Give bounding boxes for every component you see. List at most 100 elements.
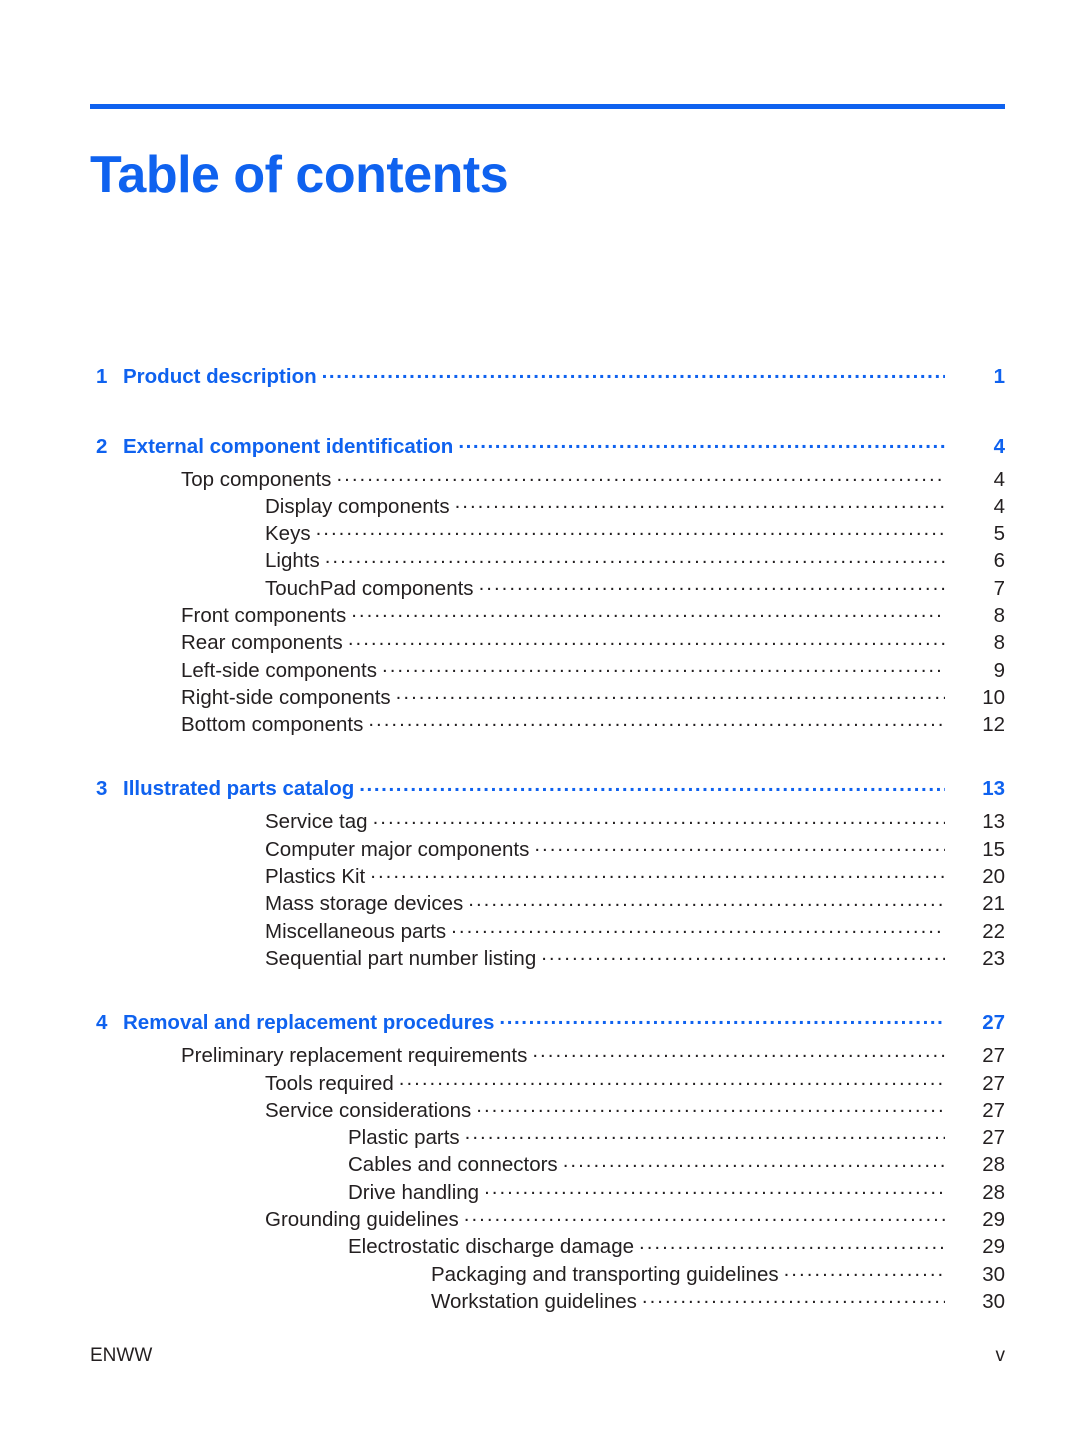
dot-leader — [563, 1151, 945, 1172]
dot-leader — [532, 1042, 945, 1063]
entry-page-number: 8 — [993, 631, 1005, 655]
toc-section-entry[interactable]: Drive handling 28 — [0, 1178, 1080, 1205]
dot-leader — [451, 917, 945, 938]
dot-leader — [541, 944, 945, 965]
toc-section-entry[interactable]: Mass storage devices 21 — [0, 890, 1080, 917]
toc-section-entry[interactable]: Sequential part number listing 23 — [0, 944, 1080, 971]
toc-section-entry[interactable]: Service considerations 27 — [0, 1096, 1080, 1123]
entry-label: Miscellaneous parts — [265, 919, 447, 943]
entry-page-number: 27 — [982, 1011, 1005, 1035]
toc-section-entry[interactable]: Cables and connectors 28 — [0, 1151, 1080, 1178]
dot-leader — [455, 492, 945, 513]
entry-page-number: 27 — [982, 1071, 1005, 1095]
entry-page-number: 12 — [982, 713, 1005, 737]
toc-section-entry[interactable]: Front components 8 — [0, 601, 1080, 628]
toc-section-entry[interactable]: Top components 4 — [0, 465, 1080, 492]
toc-section-entry[interactable]: TouchPad components 7 — [0, 574, 1080, 601]
toc-section-entry[interactable]: Display components 4 — [0, 492, 1080, 519]
dot-leader — [534, 835, 945, 856]
toc-section-entry[interactable]: Workstation guidelines 30 — [0, 1287, 1080, 1314]
entry-label: Cables and connectors — [348, 1153, 558, 1177]
dot-leader — [325, 547, 945, 568]
entry-label: Front components — [181, 603, 347, 627]
toc-section-entry[interactable]: Packaging and transporting guidelines 30 — [0, 1260, 1080, 1287]
toc-section-entry[interactable]: Preliminary replacement requirements 27 — [0, 1042, 1080, 1069]
toc-section-entry[interactable]: Miscellaneous parts 22 — [0, 917, 1080, 944]
toc-section-entry[interactable]: Service tag 13 — [0, 808, 1080, 835]
entry-label: Top components — [181, 467, 332, 491]
chapter-number: 4 — [96, 1011, 108, 1035]
toc-section-entry[interactable]: Tools required 27 — [0, 1069, 1080, 1096]
entry-label: Lights — [265, 549, 320, 573]
entry-label: Rear components — [181, 631, 343, 655]
toc-section-entry[interactable]: Plastic parts 27 — [0, 1124, 1080, 1151]
entry-page-number: 30 — [982, 1289, 1005, 1313]
entry-page-number: 27 — [982, 1098, 1005, 1122]
entry-label: Computer major components — [265, 837, 530, 861]
dot-leader — [499, 1009, 945, 1030]
toc-section-entry[interactable]: Bottom components 12 — [0, 711, 1080, 738]
chapter-number: 2 — [96, 434, 108, 458]
entry-label: Right-side components — [181, 685, 391, 709]
entry-page-number: 15 — [982, 837, 1005, 861]
dot-leader — [382, 656, 945, 677]
entry-page-number: 8 — [993, 603, 1005, 627]
dot-leader — [464, 1206, 945, 1227]
entry-label: Electrostatic discharge damage — [348, 1235, 635, 1259]
entry-page-number: 13 — [982, 810, 1005, 834]
entry-label: TouchPad components — [265, 576, 474, 600]
entry-page-number: 29 — [982, 1208, 1005, 1232]
dot-leader — [399, 1069, 945, 1090]
entry-label: Service considerations — [265, 1098, 472, 1122]
entry-page-number: 10 — [982, 685, 1005, 709]
title-rule — [90, 104, 1005, 109]
entry-label: Bottom components — [181, 713, 364, 737]
dot-leader — [458, 432, 945, 453]
entry-label: Tools required — [265, 1071, 394, 1095]
entry-page-number: 20 — [982, 865, 1005, 889]
toc-section-entry[interactable]: Lights 6 — [0, 547, 1080, 574]
dot-leader — [476, 1096, 945, 1117]
entry-label: Service tag — [265, 810, 368, 834]
dot-leader — [784, 1260, 945, 1281]
dot-leader — [322, 362, 945, 383]
dot-leader — [373, 808, 945, 829]
entry-label: Sequential part number listing — [265, 946, 537, 970]
toc-chapter-entry[interactable]: 4 Removal and replacement procedures 27 — [0, 1009, 1080, 1042]
dot-leader — [351, 601, 945, 622]
footer-page-number: v — [995, 1345, 1006, 1366]
toc-section-entry[interactable]: Keys 5 — [0, 520, 1080, 547]
entry-page-number: 4 — [993, 494, 1005, 518]
dot-leader — [484, 1178, 945, 1199]
page-footer: ENWW v — [90, 1345, 1005, 1367]
toc-section-entry[interactable]: Grounding guidelines 29 — [0, 1206, 1080, 1233]
entry-label: Mass storage devices — [265, 892, 464, 916]
dot-leader — [479, 574, 945, 595]
toc-chapter-entry[interactable]: 2 External component identification 4 — [0, 432, 1080, 465]
dot-leader — [468, 890, 945, 911]
entry-label: Plastics Kit — [265, 865, 366, 889]
toc-section-entry[interactable]: Electrostatic discharge damage 29 — [0, 1233, 1080, 1260]
entry-page-number: 9 — [993, 658, 1005, 682]
entry-page-number: 22 — [982, 919, 1005, 943]
entry-page-number: 5 — [993, 522, 1005, 546]
toc-chapter-block: 3 Illustrated parts catalog 13 Service tag 1… — [0, 775, 1080, 972]
entry-page-number: 4 — [993, 434, 1005, 458]
toc-chapter-entry[interactable]: 1 Product description 1 — [0, 362, 1080, 395]
toc-section-entry[interactable]: Left-side components 9 — [0, 656, 1080, 683]
toc-section-entry[interactable]: Plastics Kit 20 — [0, 863, 1080, 890]
dot-leader — [642, 1287, 945, 1308]
entry-label: Left-side components — [181, 658, 378, 682]
entry-page-number: 27 — [982, 1126, 1005, 1150]
entry-page-number: 28 — [982, 1153, 1005, 1177]
entry-label: Preliminary replacement requirements — [181, 1044, 528, 1068]
dot-leader — [359, 775, 945, 796]
toc-chapter-entry[interactable]: 3 Illustrated parts catalog 13 — [0, 775, 1080, 808]
dot-leader — [316, 520, 945, 541]
entry-label: Workstation guidelines — [431, 1289, 637, 1313]
toc-section-entry[interactable]: Computer major components 15 — [0, 835, 1080, 862]
toc-section-entry[interactable]: Right-side components 10 — [0, 683, 1080, 710]
entry-label: Plastic parts — [348, 1126, 460, 1150]
chapter-number: 1 — [96, 364, 108, 388]
toc-section-entry[interactable]: Rear components 8 — [0, 629, 1080, 656]
